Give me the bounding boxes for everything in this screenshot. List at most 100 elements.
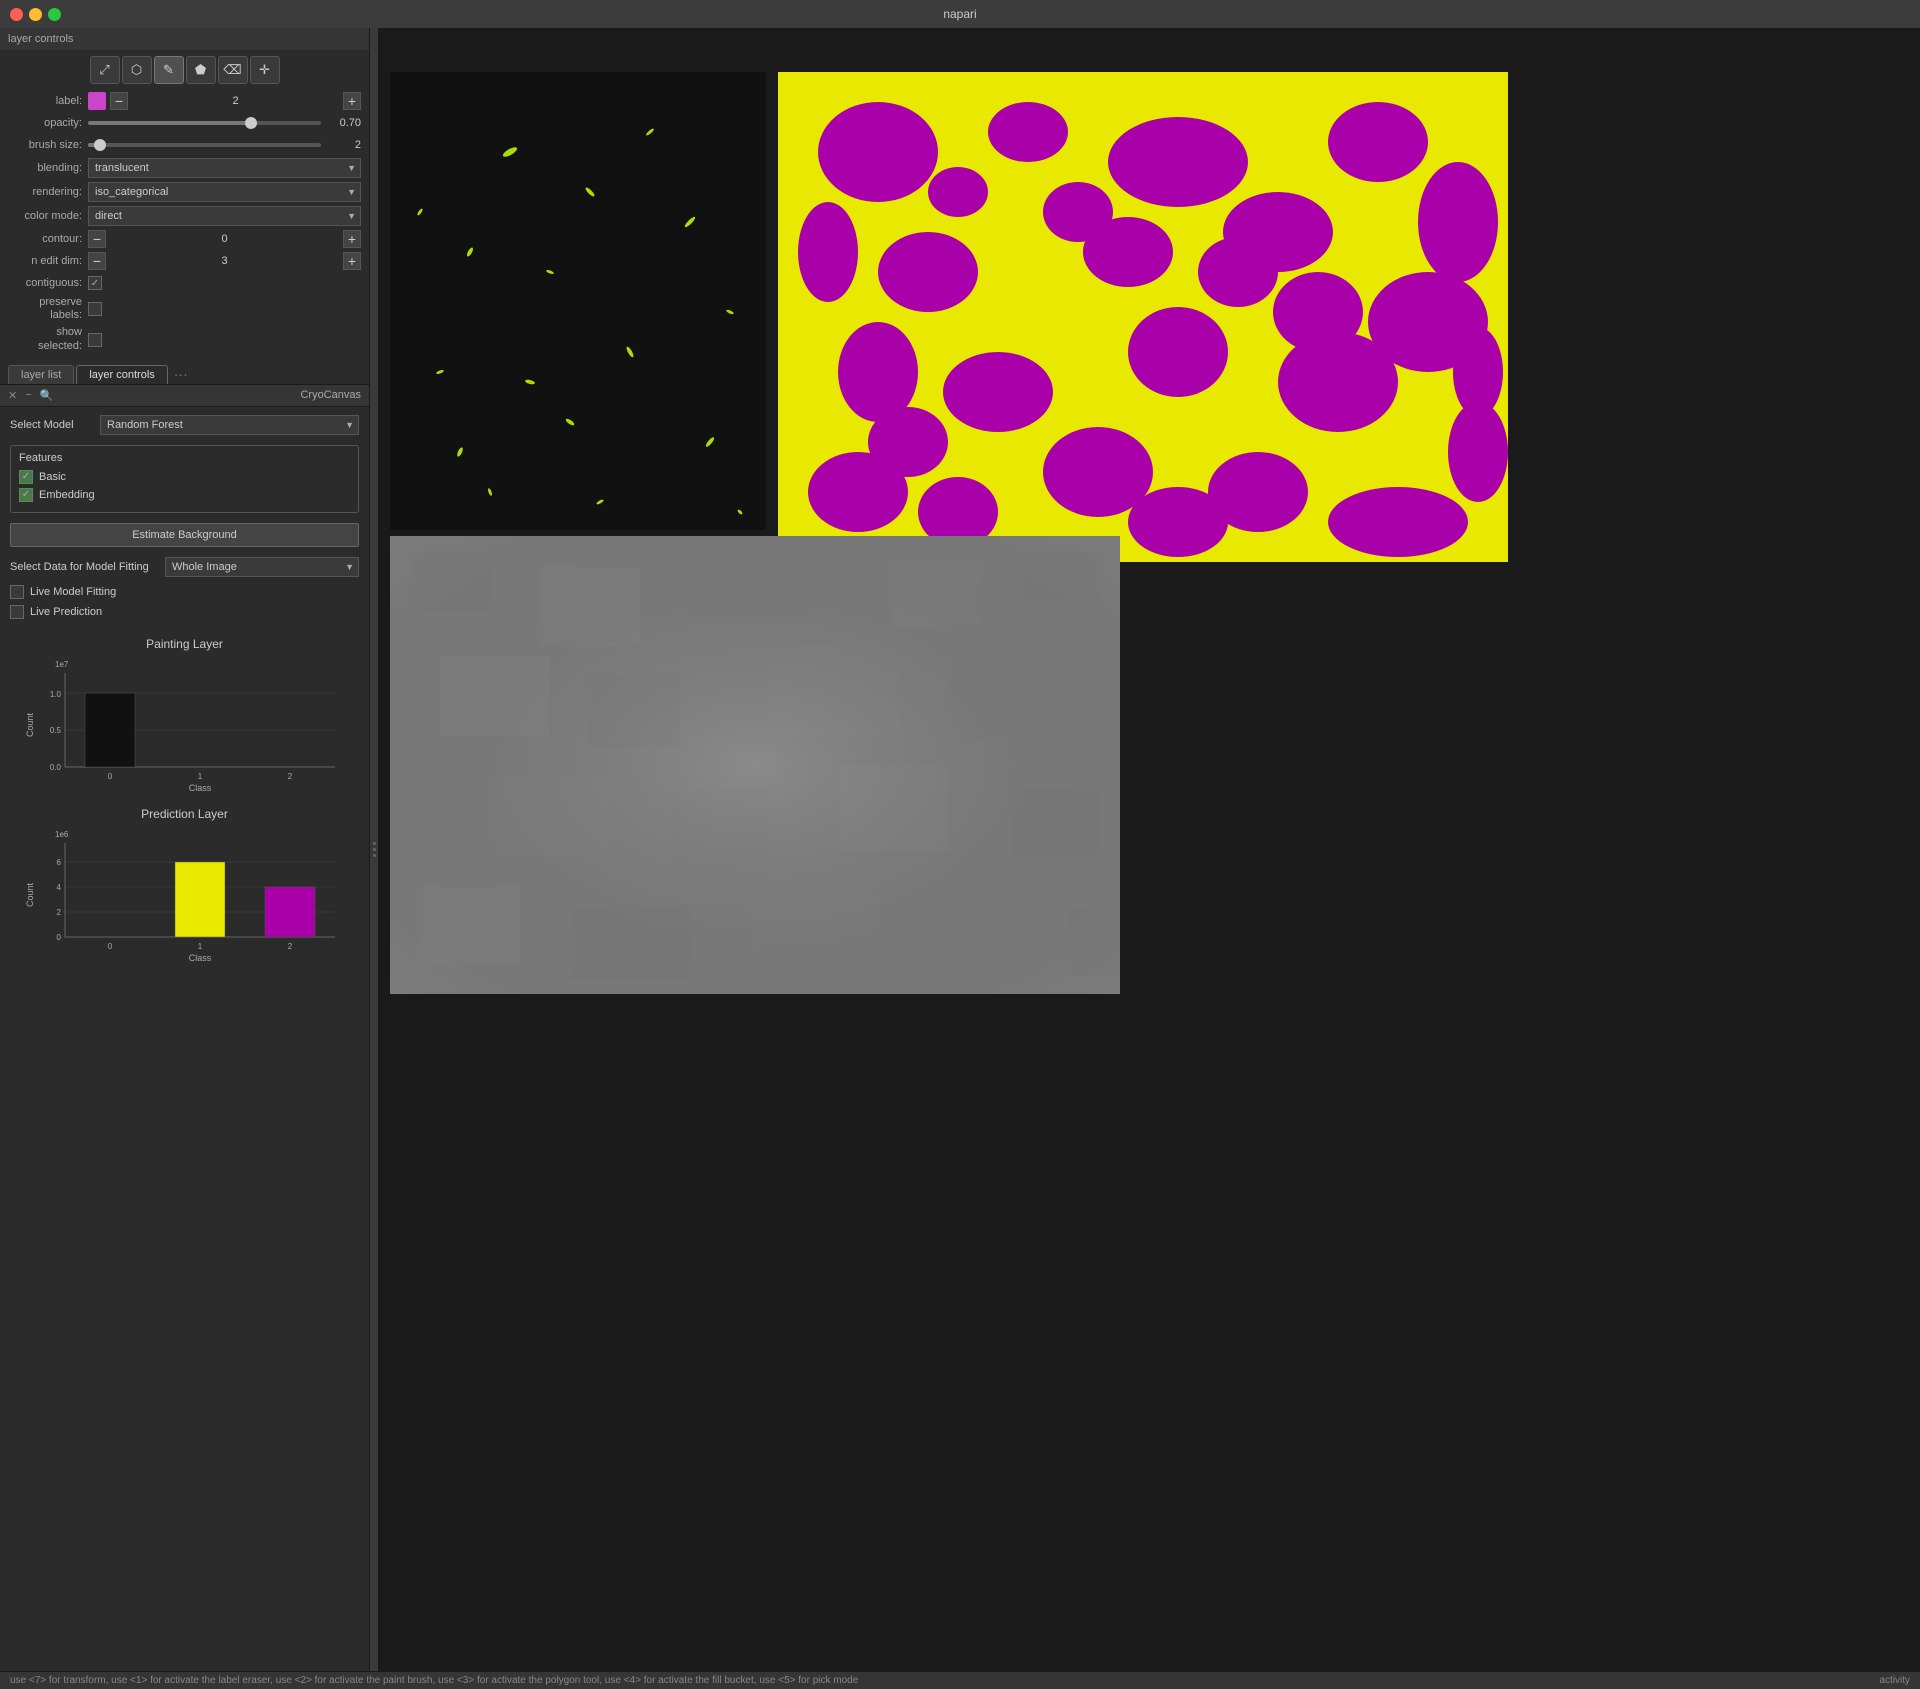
- particles-dark-view: [390, 72, 766, 530]
- live-model-fitting-label: Live Model Fitting: [30, 586, 116, 598]
- tab-layer-controls[interactable]: layer controls: [76, 365, 167, 384]
- n-edit-dim-label: n edit dim:: [8, 255, 88, 267]
- contiguous-checkbox[interactable]: [88, 276, 102, 290]
- label-label: label:: [8, 95, 88, 107]
- minimize-panel-icon[interactable]: −: [25, 389, 31, 401]
- contour-minus-btn[interactable]: −: [88, 230, 106, 248]
- brush-size-slider[interactable]: [88, 138, 321, 152]
- toolbar-row: ⤢ ⬡ ✎ ⬟ ⌫ ✛: [0, 50, 369, 90]
- panel-divider[interactable]: [370, 28, 378, 1671]
- window-controls[interactable]: [10, 8, 61, 21]
- blending-label: blending:: [8, 162, 88, 174]
- data-fitting-label: Select Data for Model Fitting: [10, 561, 165, 573]
- show-selected-label: showselected:: [8, 326, 88, 352]
- color-mode-content: direct: [88, 206, 361, 226]
- header-left: ✕ − 🔍: [8, 389, 53, 402]
- paint-brush-tool-btn[interactable]: ✎: [154, 56, 184, 84]
- estimate-background-button[interactable]: Estimate Background: [10, 523, 359, 547]
- svg-text:Count: Count: [25, 712, 35, 737]
- close-button[interactable]: [10, 8, 23, 21]
- layer-controls-title: layer controls: [8, 33, 73, 45]
- fill-bucket-tool-btn[interactable]: ⬡: [122, 56, 152, 84]
- contiguous-content: [88, 276, 361, 290]
- live-model-fitting-checkbox[interactable]: [10, 585, 24, 599]
- rendering-dropdown[interactable]: iso_categorical: [88, 182, 361, 202]
- particles-svg: [390, 72, 766, 530]
- svg-text:2: 2: [287, 942, 292, 951]
- n-edit-dim-plus-btn[interactable]: +: [343, 252, 361, 270]
- model-select-wrapper: Random Forest: [100, 415, 359, 435]
- preserve-labels-checkbox[interactable]: [88, 302, 102, 316]
- feature-embedding-checkbox[interactable]: [19, 488, 33, 502]
- show-selected-row: showselected:: [0, 324, 369, 354]
- show-selected-checkbox[interactable]: [88, 333, 102, 347]
- feature-embedding-row: Embedding: [19, 488, 350, 502]
- svg-text:1e6: 1e6: [55, 830, 69, 839]
- tabs-more-icon[interactable]: ···: [174, 366, 188, 384]
- contiguous-row: contiguous:: [0, 272, 369, 294]
- eraser-tool-btn[interactable]: ⌫: [218, 56, 248, 84]
- model-dropdown[interactable]: Random Forest: [100, 415, 359, 435]
- cryocanvas-title: CryoCanvas: [300, 389, 361, 401]
- data-fitting-dropdown[interactable]: Whole Image: [165, 557, 359, 577]
- painting-chart-container: Painting Layer Count 1e7 0.0 0.5 1.0: [0, 633, 369, 803]
- brush-size-content: 2: [88, 138, 361, 152]
- opacity-row: opacity: 0.70: [0, 112, 369, 134]
- contour-row: contour: − 0 +: [0, 228, 369, 250]
- label-color-swatch[interactable]: [88, 92, 106, 110]
- label-content: − 2 +: [88, 92, 361, 110]
- color-mode-dropdown[interactable]: direct: [88, 206, 361, 226]
- search-panel-icon[interactable]: 🔍: [40, 389, 54, 402]
- grayscale-view: [390, 536, 1120, 994]
- live-prediction-row: Live Prediction: [10, 605, 359, 619]
- label-minus-btn[interactable]: −: [110, 92, 128, 110]
- polygon-tool-btn[interactable]: ⬟: [186, 56, 216, 84]
- model-section: Select Model Random Forest Features Basi…: [0, 407, 369, 633]
- status-bar: use <7> for transform, use <1> for activ…: [0, 1671, 1920, 1689]
- blending-content: translucent: [88, 158, 361, 178]
- transform-tool-btn[interactable]: ⤢: [90, 56, 120, 84]
- brush-size-label: brush size:: [8, 139, 88, 151]
- color-mode-label: color mode:: [8, 210, 88, 222]
- n-edit-dim-content: − 3 +: [88, 252, 361, 270]
- svg-text:0: 0: [56, 933, 61, 942]
- n-edit-dim-minus-btn[interactable]: −: [88, 252, 106, 270]
- svg-text:1.0: 1.0: [49, 690, 61, 699]
- svg-text:0.5: 0.5: [49, 726, 61, 735]
- feature-embedding-label: Embedding: [39, 489, 95, 501]
- feature-basic-checkbox[interactable]: [19, 470, 33, 484]
- minimize-button[interactable]: [29, 8, 42, 21]
- n-edit-dim-value: 3: [106, 255, 343, 267]
- svg-text:1e7: 1e7: [55, 660, 69, 669]
- preserve-labels-label: preservelabels:: [8, 296, 88, 322]
- live-model-fitting-row: Live Model Fitting: [10, 585, 359, 599]
- brush-size-value: 2: [321, 139, 361, 151]
- select-model-label: Select Model: [10, 419, 100, 431]
- close-panel-icon[interactable]: ✕: [8, 389, 17, 402]
- prediction-chart-area: Count 1e6 0 2 4 6: [25, 825, 345, 965]
- show-selected-content: [88, 333, 361, 347]
- contour-plus-btn[interactable]: +: [343, 230, 361, 248]
- canvas-area: [378, 28, 1920, 1671]
- label-plus-btn[interactable]: +: [343, 92, 361, 110]
- svg-text:1: 1: [197, 942, 202, 951]
- color-mode-row: color mode: direct: [0, 204, 369, 228]
- opacity-label: opacity:: [8, 117, 88, 129]
- tab-layer-list[interactable]: layer list: [8, 365, 74, 384]
- live-prediction-label: Live Prediction: [30, 606, 102, 618]
- cryocanvas-header: ✕ − 🔍 CryoCanvas: [0, 385, 369, 407]
- prediction-bar-1: [175, 862, 225, 937]
- brush-size-row: brush size: 2: [0, 134, 369, 156]
- blending-dropdown[interactable]: translucent: [88, 158, 361, 178]
- maximize-button[interactable]: [48, 8, 61, 21]
- layer-controls-section: layer controls ⤢ ⬡ ✎ ⬟ ⌫ ✛ label: − 2 +: [0, 28, 369, 385]
- opacity-slider[interactable]: [88, 116, 321, 130]
- status-text: use <7> for transform, use <1> for activ…: [10, 1675, 858, 1686]
- label-row: label: − 2 +: [0, 90, 369, 112]
- live-prediction-checkbox[interactable]: [10, 605, 24, 619]
- move-tool-btn[interactable]: ✛: [250, 56, 280, 84]
- data-fitting-select-wrapper: Whole Image: [165, 557, 359, 577]
- prediction-bar-2: [265, 887, 315, 937]
- contour-value: 0: [106, 233, 343, 245]
- opacity-content: 0.70: [88, 116, 361, 130]
